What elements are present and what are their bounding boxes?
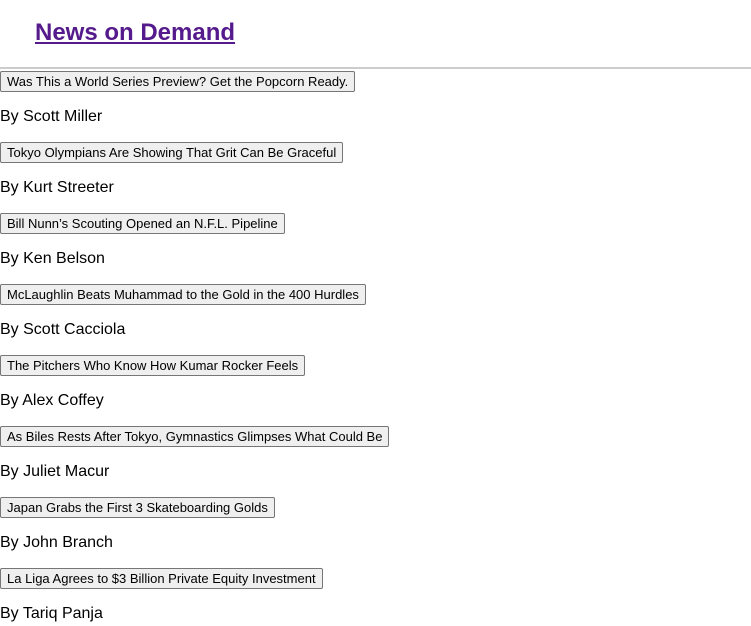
- article-item: McLaughlin Beats Muhammad to the Gold in…: [0, 284, 751, 355]
- article-headline-button[interactable]: The Pitchers Who Know How Kumar Rocker F…: [0, 355, 306, 376]
- article-byline: By Scott Cacciola: [0, 321, 126, 338]
- article-item: The Pitchers Who Know How Kumar Rocker F…: [0, 355, 751, 426]
- article-byline: By Kurt Streeter: [0, 179, 114, 196]
- article-byline: By Juliet Macur: [0, 463, 110, 480]
- article-item: Was This a World Series Preview? Get the…: [0, 71, 751, 142]
- article-byline: By John Branch: [0, 534, 113, 551]
- article-headline-button[interactable]: La Liga Agrees to $3 Billion Private Equ…: [0, 568, 323, 589]
- article-headline-button[interactable]: Tokyo Olympians Are Showing That Grit Ca…: [0, 142, 344, 163]
- article-item: Tokyo Olympians Are Showing That Grit Ca…: [0, 142, 751, 213]
- article-byline: By Scott Miller: [0, 108, 103, 125]
- article-byline: By Alex Coffey: [0, 392, 104, 409]
- article-headline-button[interactable]: As Biles Rests After Tokyo, Gymnastics G…: [0, 426, 390, 447]
- article-byline: By Tariq Panja: [0, 605, 103, 622]
- article-headline-button[interactable]: Bill Nunn’s Scouting Opened an N.F.L. Pi…: [0, 213, 285, 234]
- article-list: Was This a World Series Preview? Get the…: [0, 69, 751, 626]
- article-headline-button[interactable]: Was This a World Series Preview? Get the…: [0, 71, 356, 92]
- article-item: As Biles Rests After Tokyo, Gymnastics G…: [0, 426, 751, 497]
- article-item: Bill Nunn’s Scouting Opened an N.F.L. Pi…: [0, 213, 751, 284]
- article-headline-button[interactable]: Japan Grabs the First 3 Skateboarding Go…: [0, 497, 275, 518]
- site-title-link[interactable]: News on Demand: [35, 18, 235, 48]
- article-item: Japan Grabs the First 3 Skateboarding Go…: [0, 497, 751, 568]
- article-headline-button[interactable]: McLaughlin Beats Muhammad to the Gold in…: [0, 284, 366, 305]
- page-header: News on Demand: [0, 0, 751, 69]
- article-byline: By Ken Belson: [0, 250, 105, 267]
- article-item: La Liga Agrees to $3 Billion Private Equ…: [0, 568, 751, 626]
